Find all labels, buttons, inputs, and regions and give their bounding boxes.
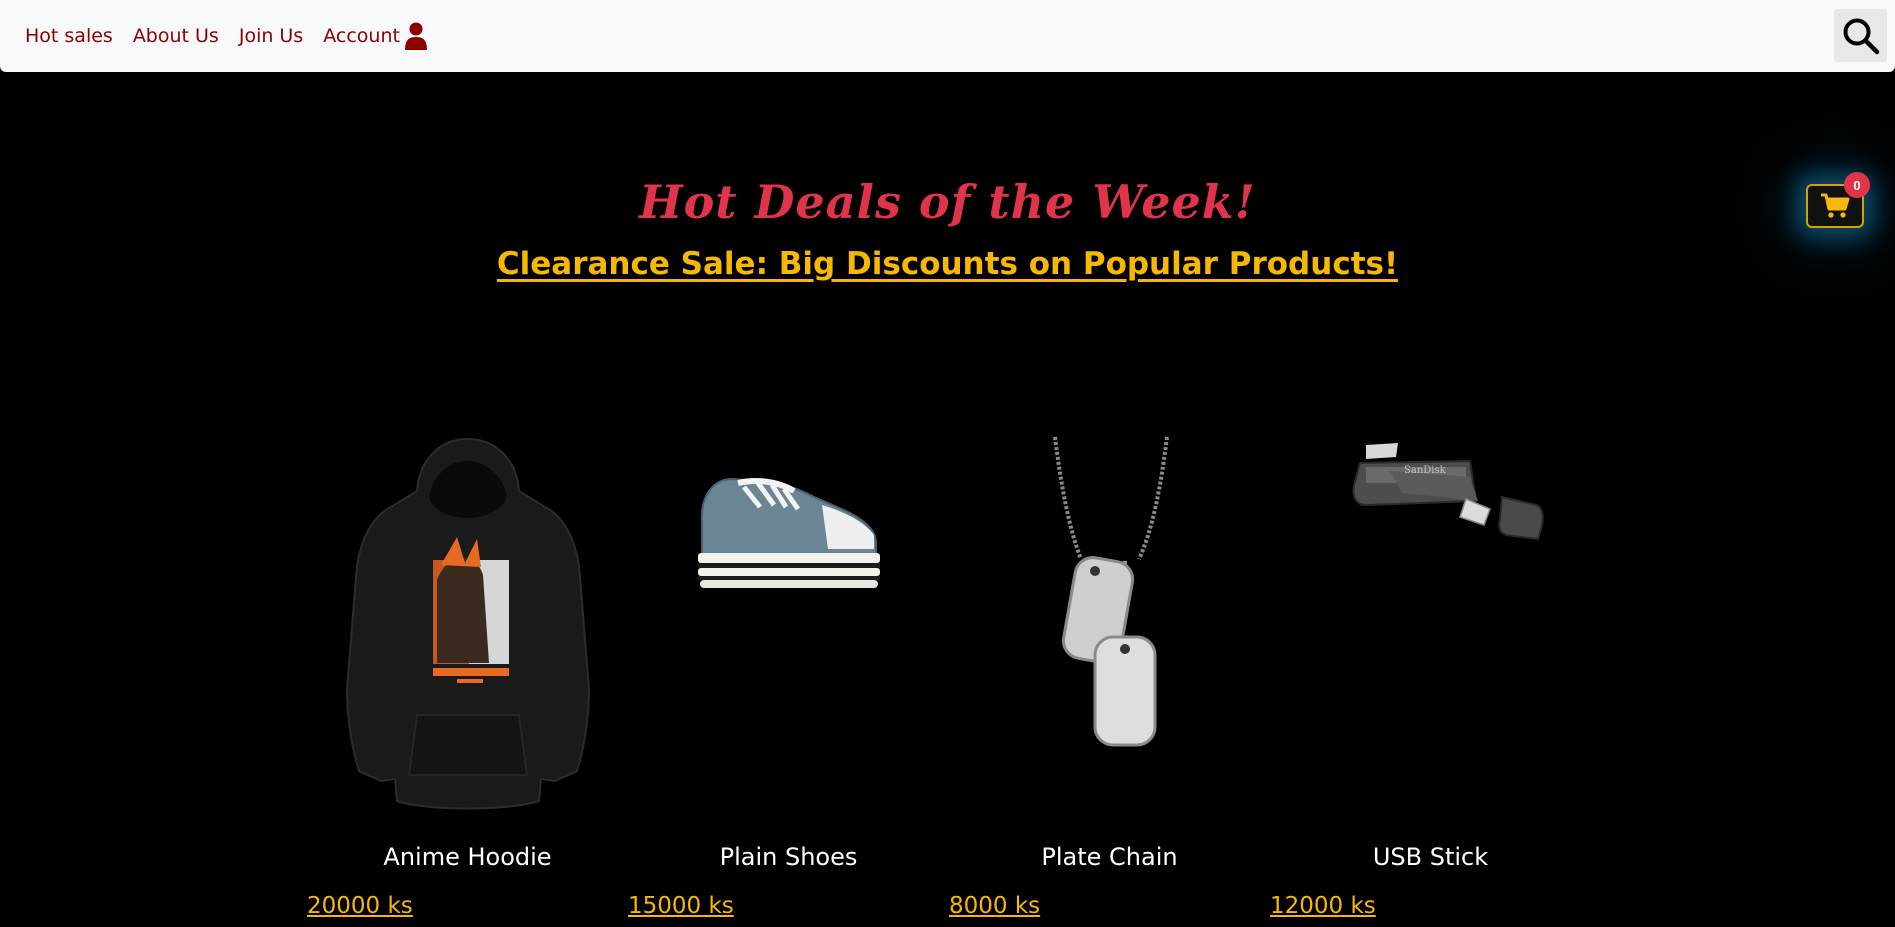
nav-link-hot-sales[interactable]: Hot sales xyxy=(25,25,113,47)
hoodie-image xyxy=(345,437,591,810)
product-card: Plate Chain 8000 ks xyxy=(949,425,1270,925)
user-icon xyxy=(404,22,427,50)
svg-text:SanDisk: SanDisk xyxy=(1404,465,1447,476)
product-card: Plain Shoes 15000 ks xyxy=(628,425,949,925)
nav-link-account[interactable]: Account xyxy=(323,22,427,50)
search-icon xyxy=(1843,18,1879,54)
product-price-link[interactable]: 20000 ks xyxy=(307,893,413,919)
product-price-link[interactable]: 12000 ks xyxy=(1270,893,1376,919)
dog-tag-necklace-image xyxy=(1053,436,1169,747)
hero-title: Hot Deals of the Week! xyxy=(639,175,1256,229)
product-price-link[interactable]: 15000 ks xyxy=(628,893,734,919)
product-name: Plain Shoes xyxy=(719,843,858,871)
nav-links: Hot sales About Us Join Us Account xyxy=(25,0,447,72)
product-card: Anime Hoodie 20000 ks xyxy=(307,425,628,925)
top-navbar: Hot sales About Us Join Us Account xyxy=(0,0,1895,72)
search-button[interactable] xyxy=(1834,9,1887,62)
nav-link-about-us[interactable]: About Us xyxy=(133,25,219,47)
nav-link-join-us[interactable]: Join Us xyxy=(239,25,303,47)
product-name: USB Stick xyxy=(1372,843,1489,871)
product-card: SanDisk USB Stick 12000 ks xyxy=(1270,425,1591,925)
hero-subtitle-link[interactable]: Clearance Sale: Big Discounts on Popular… xyxy=(0,246,1895,282)
product-name: Plate Chain xyxy=(1041,843,1178,871)
usb-stick-image: SanDisk xyxy=(1352,443,1544,541)
product-name: Anime Hoodie xyxy=(383,843,552,871)
sneaker-image xyxy=(698,477,880,588)
product-price-link[interactable]: 8000 ks xyxy=(949,893,1040,919)
account-label: Account xyxy=(323,25,400,47)
